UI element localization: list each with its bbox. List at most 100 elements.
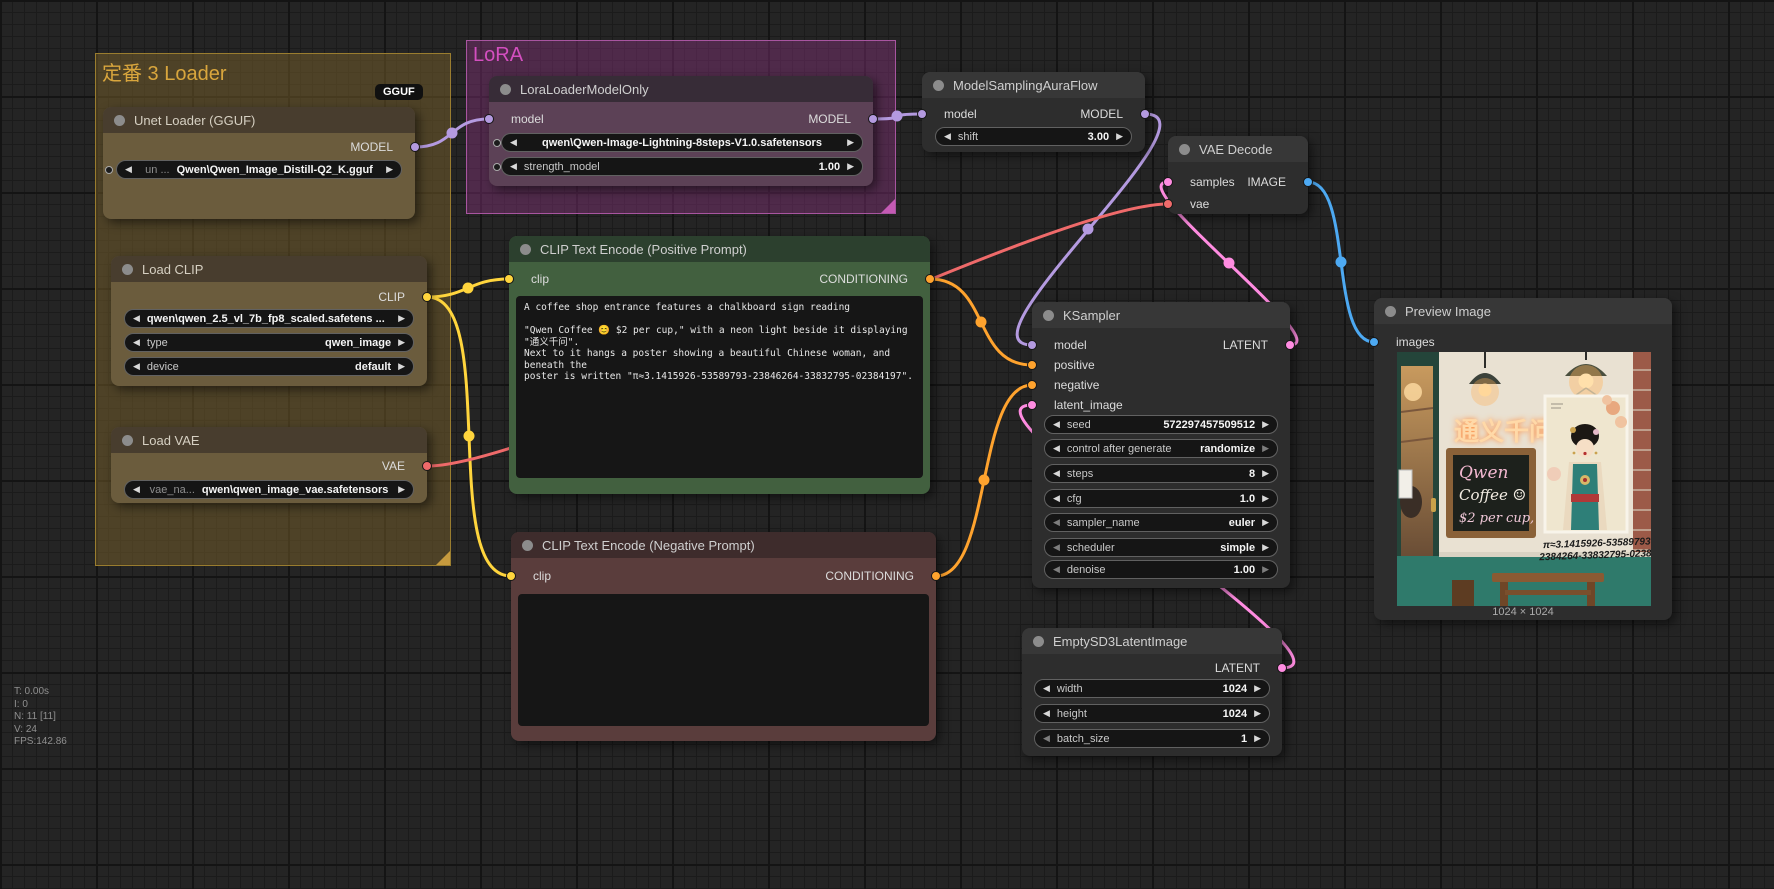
- width-widget[interactable]: ◀ width 1024 ▶: [1034, 679, 1270, 698]
- positive-prompt-textarea[interactable]: A coffee shop entrance features a chalkb…: [516, 296, 923, 478]
- prev-arrow-icon[interactable]: ◀: [1043, 734, 1050, 744]
- link-dot[interactable]: [1224, 258, 1235, 269]
- control-after-generate-widget[interactable]: ◀ control after generate randomize ▶: [1044, 439, 1278, 458]
- converted-widget-input[interactable]: [493, 139, 501, 147]
- next-arrow-icon[interactable]: ▶: [1116, 132, 1123, 142]
- collapse-dot[interactable]: [1043, 310, 1054, 321]
- node-clip-negative[interactable]: CLIP Text Encode (Negative Prompt) clip …: [511, 532, 936, 741]
- samples-input-socket[interactable]: [1163, 177, 1173, 187]
- next-arrow-icon[interactable]: ▶: [1254, 684, 1261, 694]
- prev-arrow-icon[interactable]: ◀: [1043, 709, 1050, 719]
- prev-arrow-icon[interactable]: ◀: [1053, 565, 1060, 575]
- prev-arrow-icon[interactable]: ◀: [510, 138, 517, 148]
- collapse-dot[interactable]: [933, 80, 944, 91]
- model-output-socket[interactable]: [410, 142, 420, 152]
- conditioning-output-socket[interactable]: [925, 274, 935, 284]
- clip-input-socket[interactable]: [506, 571, 516, 581]
- prev-arrow-icon[interactable]: ◀: [133, 338, 140, 348]
- negative-prompt-textarea[interactable]: [518, 594, 929, 726]
- prev-arrow-icon[interactable]: ◀: [1053, 494, 1060, 504]
- prev-arrow-icon[interactable]: ◀: [510, 162, 517, 172]
- unet-name-widget[interactable]: ◀ un ... Qwen\Qwen_Image_Distill-Q2_K.gg…: [116, 160, 402, 179]
- link-dot[interactable]: [464, 431, 475, 442]
- scheduler-widget[interactable]: ◀ scheduler simple ▶: [1044, 538, 1278, 557]
- prev-arrow-icon[interactable]: ◀: [1053, 444, 1060, 454]
- next-arrow-icon[interactable]: ▶: [1262, 494, 1269, 504]
- prev-arrow-icon[interactable]: ◀: [1043, 684, 1050, 694]
- link-dot[interactable]: [976, 317, 987, 328]
- next-arrow-icon[interactable]: ▶: [1254, 709, 1261, 719]
- converted-widget-input[interactable]: [105, 166, 113, 174]
- prev-arrow-icon[interactable]: ◀: [133, 362, 140, 372]
- strength-model-widget[interactable]: ◀ strength_model 1.00 ▶: [501, 157, 863, 176]
- steps-widget[interactable]: ◀ steps 8 ▶: [1044, 464, 1278, 483]
- next-arrow-icon[interactable]: ▶: [847, 162, 854, 172]
- next-arrow-icon[interactable]: ▶: [1262, 565, 1269, 575]
- link-dot[interactable]: [979, 475, 990, 486]
- prev-arrow-icon[interactable]: ◀: [133, 485, 140, 495]
- node-ksampler[interactable]: KSampler model positive negative latent_…: [1032, 302, 1290, 588]
- next-arrow-icon[interactable]: ▶: [398, 485, 405, 495]
- batch-size-widget[interactable]: ◀ batch_size 1 ▶: [1034, 729, 1270, 748]
- clip-type-widget[interactable]: ◀ type qwen_image ▶: [124, 333, 414, 352]
- node-model-sampling-auraflow[interactable]: ModelSamplingAuraFlow model MODEL ◀ shif…: [922, 72, 1145, 152]
- node-graph-canvas[interactable]: 定番 3 Loader LoRA Unet Loader (GGUF) MODE…: [0, 0, 1774, 889]
- converted-widget-input[interactable]: [493, 163, 501, 171]
- next-arrow-icon[interactable]: ▶: [1262, 444, 1269, 454]
- model-input-socket[interactable]: [1027, 340, 1037, 350]
- collapse-dot[interactable]: [114, 115, 125, 126]
- seed-widget[interactable]: ◀ seed 572297457509512 ▶: [1044, 415, 1278, 434]
- next-arrow-icon[interactable]: ▶: [386, 165, 393, 175]
- collapse-dot[interactable]: [1179, 144, 1190, 155]
- vae-name-widget[interactable]: ◀ vae_na... qwen\qwen_image_vae.safetens…: [124, 480, 414, 499]
- clip-input-socket[interactable]: [504, 274, 514, 284]
- sampler-name-widget[interactable]: ◀ sampler_name euler ▶: [1044, 513, 1278, 532]
- latent-output-socket[interactable]: [1277, 663, 1287, 673]
- next-arrow-icon[interactable]: ▶: [398, 314, 405, 324]
- images-input-socket[interactable]: [1369, 337, 1379, 347]
- node-vae-decode[interactable]: VAE Decode samples vae IMAGE: [1168, 136, 1308, 214]
- link-dot[interactable]: [1083, 224, 1094, 235]
- next-arrow-icon[interactable]: ▶: [1262, 543, 1269, 553]
- prev-arrow-icon[interactable]: ◀: [1053, 543, 1060, 553]
- prev-arrow-icon[interactable]: ◀: [944, 132, 951, 142]
- next-arrow-icon[interactable]: ▶: [1262, 420, 1269, 430]
- vae-output-socket[interactable]: [422, 461, 432, 471]
- node-lora-loader[interactable]: LoraLoaderModelOnly model MODEL ◀ qwen\Q…: [489, 76, 873, 186]
- clip-name-widget[interactable]: ◀ qwen\qwen_2.5_vl_7b_fp8_scaled.safeten…: [124, 309, 414, 328]
- collapse-dot[interactable]: [520, 244, 531, 255]
- link-dot[interactable]: [1336, 257, 1347, 268]
- prev-arrow-icon[interactable]: ◀: [1053, 420, 1060, 430]
- denoise-widget[interactable]: ◀ denoise 1.00 ▶: [1044, 560, 1278, 579]
- latent-output-socket[interactable]: [1285, 340, 1295, 350]
- collapse-dot[interactable]: [522, 540, 533, 551]
- clip-device-widget[interactable]: ◀ device default ▶: [124, 357, 414, 376]
- conditioning-output-socket[interactable]: [931, 571, 941, 581]
- prev-arrow-icon[interactable]: ◀: [133, 314, 140, 324]
- next-arrow-icon[interactable]: ▶: [398, 362, 405, 372]
- node-load-vae[interactable]: Load VAE VAE ◀ vae_na... qwen\qwen_image…: [111, 427, 427, 503]
- height-widget[interactable]: ◀ height 1024 ▶: [1034, 704, 1270, 723]
- model-output-socket[interactable]: [868, 114, 878, 124]
- next-arrow-icon[interactable]: ▶: [847, 138, 854, 148]
- image-output-socket[interactable]: [1303, 177, 1313, 187]
- vae-input-socket[interactable]: [1163, 199, 1173, 209]
- shift-widget[interactable]: ◀ shift 3.00 ▶: [935, 127, 1132, 146]
- lora-name-widget[interactable]: ◀ qwen\Qwen-Image-Lightning-8steps-V1.0.…: [501, 133, 863, 152]
- collapse-dot[interactable]: [1033, 636, 1044, 647]
- next-arrow-icon[interactable]: ▶: [1262, 469, 1269, 479]
- collapse-dot[interactable]: [1385, 306, 1396, 317]
- link-dot[interactable]: [463, 283, 474, 294]
- next-arrow-icon[interactable]: ▶: [1254, 734, 1261, 744]
- node-unet-loader[interactable]: Unet Loader (GGUF) MODEL ◀ un ... Qwen\Q…: [103, 107, 415, 219]
- collapse-dot[interactable]: [500, 84, 511, 95]
- node-clip-positive[interactable]: CLIP Text Encode (Positive Prompt) clip …: [509, 236, 930, 494]
- positive-input-socket[interactable]: [1027, 360, 1037, 370]
- prev-arrow-icon[interactable]: ◀: [1053, 469, 1060, 479]
- node-preview-image[interactable]: Preview Image images: [1374, 298, 1672, 620]
- model-output-socket[interactable]: [1140, 109, 1150, 119]
- latent-image-input-socket[interactable]: [1027, 400, 1037, 410]
- node-load-clip[interactable]: Load CLIP CLIP ◀ qwen\qwen_2.5_vl_7b_fp8…: [111, 256, 427, 386]
- prev-arrow-icon[interactable]: ◀: [1053, 518, 1060, 528]
- negative-input-socket[interactable]: [1027, 380, 1037, 390]
